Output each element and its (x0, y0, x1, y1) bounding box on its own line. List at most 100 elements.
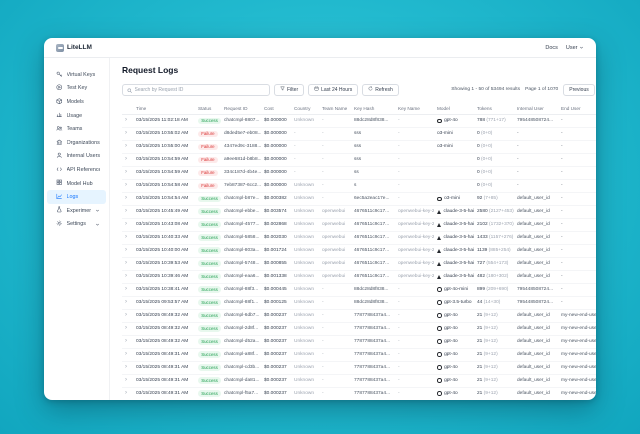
cell-model (434, 179, 474, 192)
cell-internal-user: default_user_id (514, 218, 558, 231)
expand-row-icon[interactable]: › (125, 274, 127, 278)
user-menu-label: User (566, 45, 578, 51)
cell-model: gpt-4o (434, 115, 474, 128)
expand-row-icon[interactable]: › (125, 378, 127, 382)
status-badge: Success (198, 312, 221, 319)
expand-row-icon[interactable]: › (125, 300, 127, 304)
cell-internal-user: default_user_id (514, 387, 558, 400)
expand-row-icon[interactable]: › (125, 313, 127, 317)
user-menu[interactable]: User (566, 45, 584, 51)
cell-cost: $0.000237 (261, 374, 291, 387)
filter-button[interactable]: Filter (274, 84, 304, 96)
sidebar-item-models[interactable]: Models (47, 95, 106, 109)
cell-model (434, 166, 474, 179)
cell-key-hash: 4676511c9c17... (351, 244, 395, 257)
expand-row-icon[interactable]: › (125, 183, 127, 187)
expand-row-icon[interactable]: › (125, 131, 127, 135)
table-row[interactable]: ›03/15/2025 08:49:32 AMSuccesschatcmpl-6… (122, 309, 596, 322)
expand-row-icon[interactable]: › (125, 339, 127, 343)
expand-row-icon[interactable]: › (125, 352, 127, 356)
chevron-down-icon (95, 208, 100, 213)
expand-row-icon[interactable]: › (125, 222, 127, 226)
table-row[interactable]: ›03/15/2025 10:55:00 AMFailure4347ed9c-3… (122, 140, 596, 153)
sidebar-item-settings[interactable]: Settings (47, 218, 106, 232)
expand-row-icon[interactable]: › (125, 235, 127, 239)
cell-request-id: chatcmpl-5858... (221, 231, 261, 244)
table-row[interactable]: ›03/15/2025 10:45:49 AMSuccesschatcmpl-e… (122, 205, 596, 218)
table-row[interactable]: ›03/15/2025 10:40:33 AMSuccesschatcmpl-5… (122, 231, 596, 244)
cell-internal-user: default_user_id (514, 257, 558, 270)
cell-model (434, 153, 474, 166)
cell-key-hash: sss (351, 153, 395, 166)
sidebar-item-api-reference[interactable]: API Reference (47, 163, 106, 177)
docs-link[interactable]: Docs (545, 45, 558, 51)
cell-request-id: chatcmpl-5748... (221, 257, 261, 270)
table-row[interactable]: ›03/15/2025 10:54:54 AMSuccesschatcmpl-b… (122, 192, 596, 205)
table-row[interactable]: ›03/15/2025 09:53:57 AMSuccesschatcmpl-8… (122, 296, 596, 309)
cell-internal-user: default_user_id (514, 309, 558, 322)
openai-icon (437, 313, 442, 318)
status-badge: Failure (198, 170, 218, 177)
cell-team-name: openwebui (319, 257, 351, 270)
cell-model: claude-3-5-hai... (434, 205, 474, 218)
status-badge: Success (198, 234, 221, 241)
expand-row-icon[interactable]: › (125, 365, 127, 369)
expand-row-icon[interactable]: › (125, 157, 127, 161)
expand-row-icon[interactable]: › (125, 248, 127, 252)
expand-row-icon[interactable]: › (125, 261, 127, 265)
cell-team-name: - (319, 309, 351, 322)
cell-team-name: - (319, 166, 351, 179)
expand-row-icon[interactable]: › (125, 170, 127, 174)
expand-row-icon[interactable]: › (125, 326, 127, 330)
table-row[interactable]: ›03/15/2025 11:02:18 AMSuccesschatcmpl-8… (122, 115, 596, 128)
table-row[interactable]: ›03/15/2025 10:39:53 AMSuccesschatcmpl-5… (122, 257, 596, 270)
refresh-button[interactable]: Refresh (362, 84, 399, 96)
table-row[interactable]: ›03/15/2025 10:54:59 AMFailurea9ee681d-b… (122, 153, 596, 166)
status-badge: Success (198, 351, 221, 358)
expand-row-icon[interactable]: › (125, 118, 127, 122)
table-row[interactable]: ›03/15/2025 10:39:46 AMSuccesschatcmpl-e… (122, 270, 596, 283)
logs-table: TimeStatusRequest IDCostCountryTeam Name… (122, 103, 596, 401)
sidebar-item-organizations[interactable]: Organizations (47, 136, 106, 150)
sidebar-item-test-key[interactable]: Test Key (47, 82, 106, 96)
table-row[interactable]: ›03/15/2025 08:49:32 AMSuccesschatcmpl-2… (122, 322, 596, 335)
table-row[interactable]: ›03/15/2025 10:43:08 AMSuccesschatcmpl-4… (122, 218, 596, 231)
sidebar-item-model-hub[interactable]: Model Hub (47, 177, 106, 191)
table-row[interactable]: ›03/15/2025 10:54:59 AMFailure334c187d-4… (122, 166, 596, 179)
time-range-button[interactable]: Last 24 Hours (308, 84, 358, 96)
expand-row-icon[interactable]: › (125, 144, 127, 148)
table-row[interactable]: ›03/15/2025 10:40:00 AMSuccesschatcmpl-8… (122, 244, 596, 257)
cell-time: 03/15/2025 10:43:08 AM (133, 218, 195, 231)
sidebar-item-usage[interactable]: Usage (47, 109, 106, 123)
table-row[interactable]: ›03/15/2025 08:49:31 AMSuccesschatcmpl-c… (122, 361, 596, 374)
table-row[interactable]: ›03/15/2025 08:49:31 AMSuccesschatcmpl-f… (122, 387, 596, 400)
cell-time: 03/15/2025 10:54:59 AM (133, 153, 195, 166)
table-row[interactable]: ›03/15/2025 08:49:31 AMSuccesschatcmpl-a… (122, 348, 596, 361)
sidebar-item-teams[interactable]: Teams (47, 122, 106, 136)
sidebar-item-internal-users[interactable]: Internal Users (47, 150, 106, 164)
search-input[interactable] (135, 87, 266, 93)
expand-row-icon[interactable]: › (125, 391, 127, 395)
table-row[interactable]: ›03/15/2025 10:38:41 AMSuccesschatcmpl-8… (122, 283, 596, 296)
cell-model: gpt-4o (434, 348, 474, 361)
cell-time: 03/15/2025 10:38:41 AM (133, 283, 195, 296)
cell-end-user: my-new-end-user-1 (558, 361, 596, 374)
cell-country: Unknown (291, 231, 319, 244)
expand-row-icon[interactable]: › (125, 287, 127, 291)
table-row[interactable]: ›03/15/2025 08:49:32 AMSuccesschatcmpl-d… (122, 335, 596, 348)
cell-request-id: chatcmpl-ebbe... (221, 205, 261, 218)
sidebar-item-logs[interactable]: Logs (47, 190, 106, 204)
table-row[interactable]: ›03/15/2025 08:49:31 AMSuccesschatcmpl-d… (122, 374, 596, 387)
cell-country: Unknown (291, 205, 319, 218)
table-row[interactable]: ›03/15/2025 10:54:58 AMFailure7eb87387-6… (122, 179, 596, 192)
sidebar-item-virtual-keys[interactable]: Virtual Keys (47, 68, 106, 82)
cell-key-name: openwebui-key-2 (395, 218, 434, 231)
sidebar-item-experimental[interactable]: Experimental (47, 204, 106, 218)
table-row[interactable]: ›03/15/2025 10:55:02 AMFailured8ded5e7-e… (122, 127, 596, 140)
app-window: LiteLLM Docs User Virtual Keys Test Key (44, 38, 596, 400)
expand-row-icon[interactable]: › (125, 209, 127, 213)
cell-request-id: chatcmpl-4577... (221, 218, 261, 231)
previous-page-button[interactable]: Previous (563, 84, 594, 96)
anthropic-icon (437, 275, 441, 279)
expand-row-icon[interactable]: › (125, 196, 127, 200)
